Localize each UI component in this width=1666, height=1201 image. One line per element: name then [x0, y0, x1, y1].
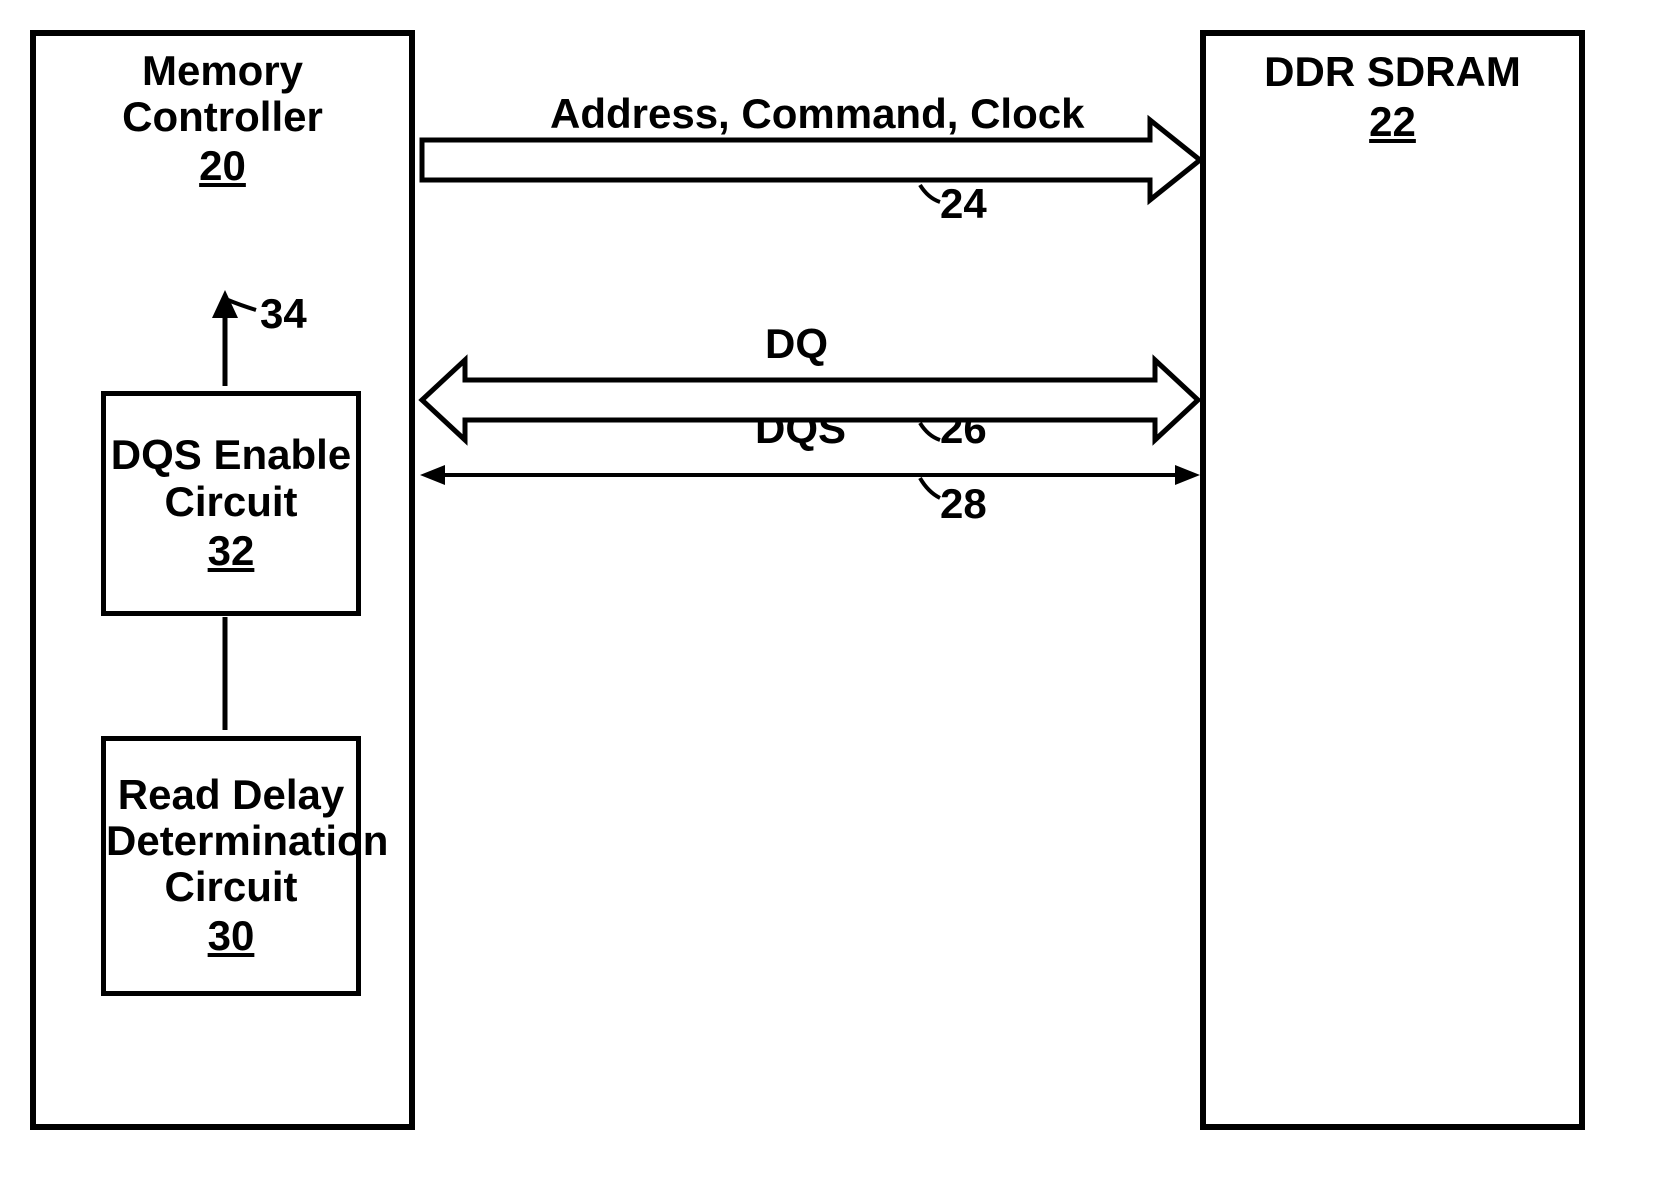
- read-delay-block: Read Delay Determination Circuit 30: [101, 736, 361, 996]
- rd-title-line1: Read Delay: [118, 771, 344, 818]
- memory-controller-title: Memory Controller: [36, 48, 409, 140]
- memory-controller-number: 20: [36, 142, 409, 190]
- dqs-enable-number: 32: [106, 527, 356, 575]
- rd-title-line3: Circuit: [164, 863, 297, 910]
- dqs-label: DQS: [755, 405, 846, 453]
- memory-controller-block: Memory Controller 20 DQS Enable Circuit …: [30, 30, 415, 1130]
- dqs-title-line1: DQS Enable: [111, 431, 351, 478]
- ref-24: 24: [940, 180, 987, 228]
- read-delay-number: 30: [106, 912, 356, 960]
- address-command-clock-label: Address, Command, Clock: [550, 90, 1084, 138]
- mc-title-line1: Memory: [142, 47, 303, 94]
- read-delay-title: Read Delay Determination Circuit: [106, 772, 356, 911]
- dq-label: DQ: [765, 320, 828, 368]
- ref-28: 28: [940, 480, 987, 528]
- dqs-enable-block: DQS Enable Circuit 32: [101, 391, 361, 616]
- mc-title-line2: Controller: [122, 93, 323, 140]
- diagram-container: Memory Controller 20 DQS Enable Circuit …: [0, 0, 1666, 1201]
- dqs-arrow: [420, 465, 1200, 485]
- dqs-title-line2: Circuit: [164, 478, 297, 525]
- ddr-sdram-block: DDR SDRAM 22: [1200, 30, 1585, 1130]
- ref-34: 34: [260, 290, 307, 338]
- ddr-sdram-number: 22: [1206, 98, 1579, 146]
- ddr-sdram-title: DDR SDRAM: [1206, 48, 1579, 96]
- dqs-enable-title: DQS Enable Circuit: [106, 432, 356, 524]
- ref-26: 26: [940, 405, 987, 453]
- rd-title-line2: Determination: [106, 817, 388, 864]
